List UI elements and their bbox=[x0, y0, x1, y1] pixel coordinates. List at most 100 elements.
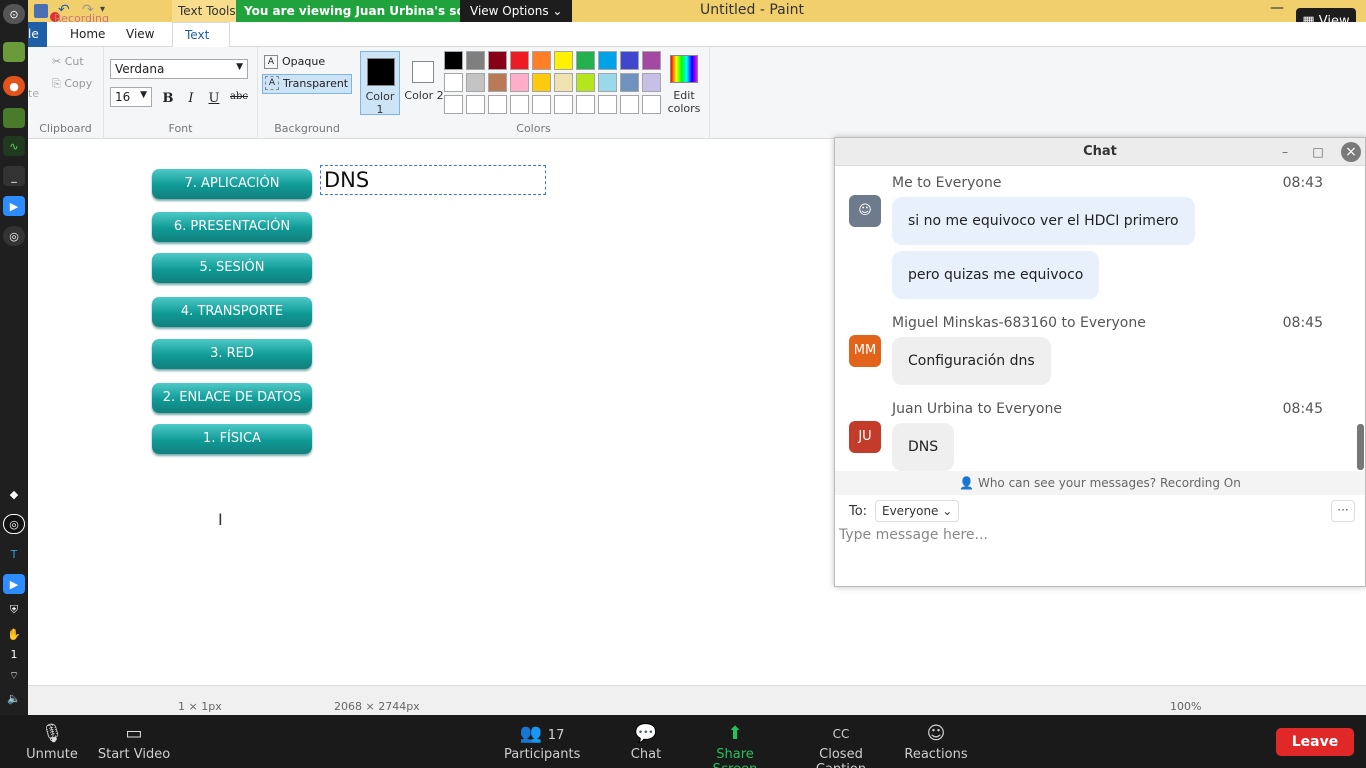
monitor-icon[interactable]: ∿ bbox=[3, 136, 25, 156]
color-swatch[interactable] bbox=[598, 51, 617, 70]
color-swatch[interactable] bbox=[444, 73, 463, 92]
color-palette bbox=[444, 51, 666, 117]
copy-button[interactable]: ⎘ Copy bbox=[52, 77, 92, 91]
message-bubble[interactable]: DNS bbox=[892, 423, 955, 471]
view-options-button[interactable]: View Options ⌄ bbox=[460, 0, 573, 22]
color-swatch[interactable] bbox=[576, 95, 595, 114]
shield-icon[interactable]: ⛨ bbox=[3, 600, 25, 620]
color-swatch[interactable] bbox=[642, 73, 661, 92]
cut-button[interactable]: ✂ Cut bbox=[52, 55, 84, 68]
terminal-icon[interactable]: _ bbox=[3, 166, 25, 186]
tab-home[interactable]: Home bbox=[58, 22, 117, 47]
osi-layer-5: 5. SESIÓN bbox=[152, 253, 312, 283]
underline-button[interactable]: U bbox=[204, 91, 224, 109]
color-swatch[interactable] bbox=[554, 95, 573, 114]
tab-view[interactable]: View bbox=[114, 22, 166, 47]
message-bubble[interactable]: si no me equivoco ver el HDCI primero bbox=[892, 197, 1195, 245]
color-swatch[interactable] bbox=[554, 73, 573, 92]
color-swatch[interactable] bbox=[642, 95, 661, 114]
files-icon[interactable] bbox=[3, 108, 25, 128]
color-swatch[interactable] bbox=[642, 51, 661, 70]
minimize-icon[interactable]: – bbox=[1275, 142, 1295, 162]
unmute-button[interactable]: 🎙 Unmute bbox=[22, 715, 82, 768]
chat-icon: 💬 bbox=[634, 723, 658, 744]
more-options-icon[interactable]: ··· bbox=[1331, 500, 1355, 522]
color-swatch[interactable] bbox=[466, 95, 485, 114]
firefox-icon[interactable]: ● bbox=[3, 76, 25, 96]
color-swatch[interactable] bbox=[532, 51, 551, 70]
text-tools-context-tab[interactable]: Text Tools bbox=[172, 0, 242, 22]
clipboard-label: Clipboard bbox=[39, 122, 92, 135]
message-input[interactable] bbox=[839, 525, 1339, 545]
close-icon[interactable]: × bbox=[1341, 142, 1361, 162]
tab-text[interactable]: Text bbox=[172, 22, 230, 47]
reactions-button[interactable]: ☺ Reactions bbox=[904, 715, 968, 768]
message-bubble[interactable]: pero quizas me equivoco bbox=[892, 251, 1100, 299]
chat-header[interactable]: Chat – □ × bbox=[835, 138, 1365, 166]
color-swatch[interactable] bbox=[598, 73, 617, 92]
workspace-icon[interactable] bbox=[3, 42, 25, 62]
edit-colors-button[interactable]: Edit colors bbox=[666, 53, 702, 117]
color-swatch[interactable] bbox=[488, 95, 507, 114]
reactions-label: Reactions bbox=[904, 747, 968, 762]
strikethrough-button[interactable]: abc bbox=[226, 91, 252, 109]
paste-button[interactable]: te bbox=[28, 87, 39, 100]
video-off-icon: ▭ bbox=[125, 723, 143, 744]
closed-caption-button[interactable]: CC Closed Caption bbox=[794, 715, 888, 768]
color-swatch[interactable] bbox=[620, 51, 639, 70]
leave-button[interactable]: Leave bbox=[1276, 728, 1354, 756]
osi-layer-3: 3. RED bbox=[152, 339, 312, 369]
color-swatch[interactable] bbox=[488, 73, 507, 92]
font-family-select[interactable]: Verdana ▼ bbox=[110, 59, 248, 79]
chat-button[interactable]: 💬 Chat bbox=[626, 715, 666, 768]
obs-tray-icon[interactable]: ◎ bbox=[3, 514, 25, 534]
color-swatch[interactable] bbox=[510, 95, 529, 114]
color-swatch[interactable] bbox=[466, 51, 485, 70]
color-swatch[interactable] bbox=[576, 73, 595, 92]
participants-button[interactable]: 👥 17 Participants bbox=[504, 715, 580, 768]
privacy-notice[interactable]: 👤 Who can see your messages? Recording O… bbox=[835, 471, 1365, 495]
color-swatch[interactable] bbox=[620, 95, 639, 114]
volume-icon[interactable]: 🔈 bbox=[3, 688, 25, 708]
color-swatch[interactable] bbox=[532, 95, 551, 114]
minimize-icon[interactable]: — bbox=[1270, 0, 1284, 16]
tab-file[interactable]: le bbox=[28, 22, 47, 47]
canvas-text[interactable]: DNS bbox=[324, 168, 369, 192]
chat-scrollbar[interactable] bbox=[1357, 424, 1364, 470]
message-bubble[interactable]: Configuración dns bbox=[892, 337, 1051, 385]
save-icon[interactable] bbox=[34, 4, 48, 18]
color-swatch[interactable] bbox=[510, 73, 529, 92]
recipient-select[interactable]: Everyone ⌄ bbox=[875, 500, 960, 522]
zoom-tray-icon[interactable]: ▶ bbox=[3, 574, 25, 594]
wifi-icon[interactable]: ⌔ bbox=[3, 666, 25, 686]
color-swatch[interactable] bbox=[576, 51, 595, 70]
dropbox-icon[interactable]: ◆ bbox=[3, 484, 25, 504]
menu-icon[interactable]: ⊙ bbox=[3, 4, 25, 24]
share-screen-button[interactable]: ⬆ Share Screen bbox=[692, 715, 778, 768]
color-swatch[interactable] bbox=[444, 95, 463, 114]
bold-button[interactable]: B bbox=[158, 91, 178, 109]
update-icon[interactable]: ✋ bbox=[3, 624, 25, 644]
telegram-icon[interactable]: T bbox=[3, 544, 25, 564]
maximize-icon[interactable]: □ bbox=[1308, 142, 1328, 162]
closed-caption-label: Closed Caption bbox=[816, 747, 866, 768]
chat-label: Chat bbox=[630, 747, 662, 762]
zoom-app-icon[interactable]: ▶ bbox=[3, 196, 25, 216]
opaque-button[interactable]: A Opaque bbox=[262, 53, 352, 73]
color-swatch[interactable] bbox=[532, 73, 551, 92]
color-swatch[interactable] bbox=[488, 51, 507, 70]
color2-button[interactable]: Color 2 bbox=[404, 51, 444, 115]
color-swatch[interactable] bbox=[620, 73, 639, 92]
font-size-select[interactable]: 16 ▼ bbox=[110, 87, 152, 107]
color1-button[interactable]: Color 1 bbox=[360, 51, 400, 116]
transparent-button[interactable]: A Transparent bbox=[262, 74, 352, 94]
color-swatch[interactable] bbox=[444, 51, 463, 70]
start-video-button[interactable]: ▭ Start Video bbox=[96, 715, 172, 768]
color-swatch[interactable] bbox=[466, 73, 485, 92]
copy-icon: ⎘ bbox=[52, 77, 61, 90]
color-swatch[interactable] bbox=[598, 95, 617, 114]
obs-icon[interactable]: ◎ bbox=[3, 226, 25, 246]
italic-button[interactable]: I bbox=[181, 91, 201, 109]
color-swatch[interactable] bbox=[510, 51, 529, 70]
color-swatch[interactable] bbox=[554, 51, 573, 70]
